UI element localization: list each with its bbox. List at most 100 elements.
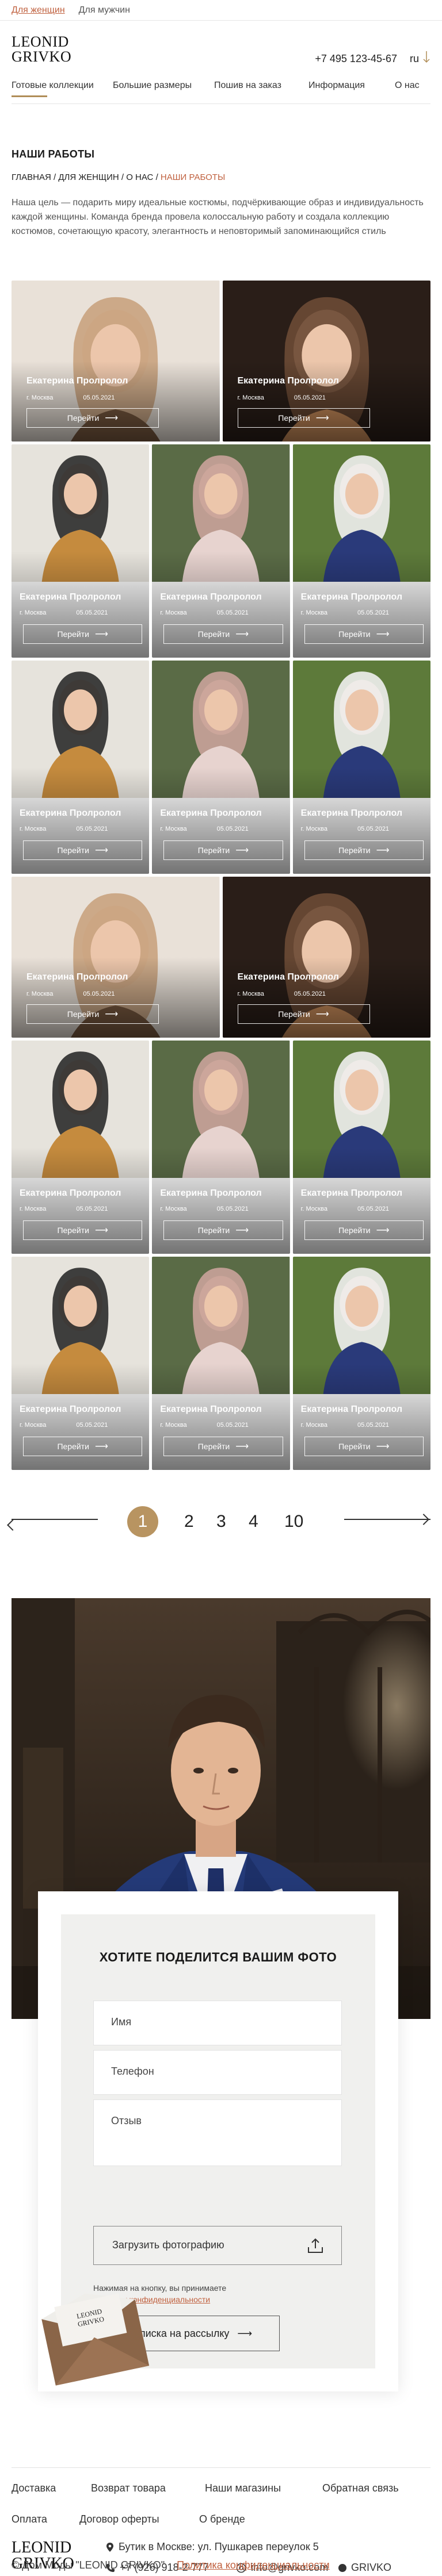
card-date: 05.05.2021 [76, 1422, 108, 1429]
card-open-button[interactable]: Перейти ⟶ [163, 840, 283, 860]
language-selector[interactable]: ru [410, 53, 419, 65]
nav-item-collections[interactable]: Готовые коллекции [12, 80, 94, 91]
card-open-button[interactable]: Перейти ⟶ [304, 1220, 424, 1240]
card-meta: г. Москва 05.05.2021 [20, 609, 108, 616]
card-name: Екатерина Пролролол [300, 1188, 403, 1198]
card-city: г. Москва [237, 991, 264, 997]
card-city: г. Москва [20, 1206, 47, 1212]
card-meta: г. Москва 05.05.2021 [301, 609, 389, 616]
nav-item-tailoring[interactable]: Пошив на заказ [214, 80, 281, 91]
page-10-button[interactable]: 10 [284, 1512, 303, 1531]
work-card[interactable]: Екатерина Пролролол г. Москва 05.05.2021 Пе… [12, 444, 150, 658]
card-name: Екатерина Пролролол [160, 808, 262, 818]
footer-link-returns[interactable]: Возврат товара [91, 2482, 166, 2494]
intro-text: Наша цель — подарить миру идеальные кост… [12, 198, 424, 236]
card-meta: г. Москва 05.05.2021 [160, 826, 248, 832]
footer-privacy-link[interactable]: Политика конфиденциальности [177, 2559, 330, 2571]
arrow-down-icon[interactable] [422, 51, 430, 63]
work-card[interactable]: Екатерина Пролролол г. Москва 05.05.2021 Пе… [222, 281, 430, 442]
card-open-label: Перейти [57, 1442, 89, 1451]
name-field[interactable]: Имя [93, 2001, 342, 2045]
page-1-button[interactable]: 1 [127, 1506, 158, 1537]
arrow-right-icon: ⟶ [105, 413, 119, 423]
prev-page-arrow-icon[interactable] [12, 1519, 98, 1520]
tab-men[interactable]: Для мужчин [79, 5, 130, 16]
card-city: г. Москва [300, 1422, 327, 1429]
footer-social[interactable]: GRIVKO [338, 2562, 391, 2574]
phone-field[interactable]: Телефон [93, 2050, 342, 2095]
footer-link-feedback[interactable]: Обратная связь [322, 2482, 399, 2494]
logo[interactable]: LEONID GRIVKO [12, 34, 71, 64]
card-open-button[interactable]: Перейти ⟶ [23, 1220, 143, 1240]
work-card[interactable]: Екатерина Пролролол г. Москва 05.05.2021 Пе… [12, 877, 220, 1038]
upload-label: Загрузить фотографию [112, 2239, 224, 2251]
main-nav: Готовые коллекции Большие размеры Пошив … [0, 69, 442, 103]
breadcrumb-current: НАШИ РАБОТЫ [160, 172, 226, 182]
card-open-button[interactable]: Перейти ⟶ [23, 1437, 143, 1456]
arrow-right-icon: ⟶ [94, 1442, 108, 1452]
work-card[interactable]: Екатерина Пролролол г. Москва 05.05.2021 Пе… [12, 1257, 150, 1470]
work-card[interactable]: Екатерина Пролролол г. Москва 05.05.2021 Пе… [12, 1041, 150, 1254]
work-card[interactable]: Екатерина Пролролол г. Москва 05.05.2021 Пе… [292, 1041, 430, 1254]
work-card[interactable]: Екатерина Пролролол г. Москва 05.05.2021 Пе… [292, 661, 430, 874]
card-open-label: Перейти [338, 629, 371, 639]
work-card[interactable]: Екатерина Пролролол г. Москва 05.05.2021 Пе… [292, 444, 430, 658]
upload-photo-button[interactable]: Загрузить фотографию [93, 2226, 342, 2265]
card-open-button[interactable]: Перейти ⟶ [237, 408, 370, 428]
card-open-button[interactable]: Перейти ⟶ [237, 1004, 370, 1024]
pagination: 1 2 3 4 10 [12, 1503, 430, 1537]
breadcrumb-women[interactable]: ДЛЯ ЖЕНЩИН [58, 172, 119, 182]
page-3-button[interactable]: 3 [216, 1512, 226, 1531]
form-title: ХОТИТЕ ПОДЕЛИТСЯ ВАШИМ ФОТО [99, 1950, 337, 1964]
nav-item-about[interactable]: О нас [395, 80, 420, 91]
card-meta: г. Москва 05.05.2021 [301, 1206, 389, 1212]
card-date: 05.05.2021 [76, 1206, 108, 1212]
work-card[interactable]: Екатерина Пролролол г. Москва 05.05.2021 Пе… [152, 661, 290, 874]
card-open-button[interactable]: Перейти ⟶ [304, 840, 424, 860]
footer-link-payment[interactable]: Оплата [12, 2513, 47, 2525]
card-open-button[interactable]: Перейти ⟶ [26, 1004, 159, 1024]
arrow-right-icon: ⟶ [376, 1442, 390, 1452]
next-page-arrow-icon[interactable] [344, 1519, 430, 1520]
card-open-button[interactable]: Перейти ⟶ [304, 624, 424, 644]
upload-icon [308, 2238, 323, 2253]
card-name: Екатерина Пролролол [300, 1404, 403, 1414]
card-open-button[interactable]: Перейти ⟶ [26, 408, 159, 428]
footer-link-delivery[interactable]: Доставка [12, 2482, 56, 2494]
footer-link-stores[interactable]: Наши магазины [205, 2482, 281, 2494]
tab-women[interactable]: Для женщин [12, 5, 65, 16]
card-open-label: Перейти [278, 1009, 310, 1019]
footer-link-offer[interactable]: Договор оферты [79, 2513, 159, 2525]
work-card[interactable]: Екатерина Пролролол г. Москва 05.05.2021 Пе… [152, 1041, 290, 1254]
review-field[interactable]: Отзыв [93, 2099, 342, 2166]
nav-item-info[interactable]: Информация [308, 80, 365, 91]
card-open-button[interactable]: Перейти ⟶ [163, 1437, 283, 1456]
work-card[interactable]: Екатерина Пролролол г. Москва 05.05.2021 Пе… [12, 661, 150, 874]
breadcrumb-about[interactable]: О НАС [126, 172, 153, 182]
page-4-button[interactable]: 4 [249, 1512, 258, 1531]
breadcrumb-home[interactable]: ГЛАВНАЯ [12, 172, 51, 182]
card-open-button[interactable]: Перейти ⟶ [163, 624, 283, 644]
header-phone[interactable]: +7 495 123-45-67 [315, 53, 397, 65]
card-open-label: Перейти [338, 846, 371, 855]
card-date: 05.05.2021 [76, 609, 108, 616]
work-card[interactable]: Екатерина Пролролол г. Москва 05.05.2021 Пе… [152, 1257, 290, 1470]
card-name: Екатерина Пролролол [20, 1404, 121, 1414]
card-city: г. Москва [237, 394, 264, 401]
instagram-icon [338, 2563, 346, 2572]
card-city: г. Москва [300, 826, 327, 832]
arrow-right-icon: ⟶ [235, 846, 249, 855]
card-open-button[interactable]: Перейти ⟶ [304, 1437, 424, 1456]
card-open-button[interactable]: Перейти ⟶ [163, 1220, 283, 1240]
card-open-button[interactable]: Перейти ⟶ [23, 624, 143, 644]
nav-item-plus-sizes[interactable]: Большие размеры [113, 80, 192, 91]
work-card[interactable]: Екатерина Пролролол г. Москва 05.05.2021 Пе… [292, 1257, 430, 1470]
card-overlay [222, 957, 430, 1038]
work-card[interactable]: Екатерина Пролролол г. Москва 05.05.2021 Пе… [152, 444, 290, 658]
card-open-button[interactable]: Перейти ⟶ [23, 840, 143, 860]
footer-link-brand[interactable]: О бренде [199, 2513, 245, 2525]
work-card[interactable]: Екатерина Пролролол г. Москва 05.05.2021 Пе… [222, 877, 430, 1038]
work-card[interactable]: Екатерина Пролролол г. Москва 05.05.2021 Пе… [12, 281, 220, 442]
page-2-button[interactable]: 2 [184, 1512, 194, 1531]
card-meta: г. Москва 05.05.2021 [160, 609, 248, 616]
